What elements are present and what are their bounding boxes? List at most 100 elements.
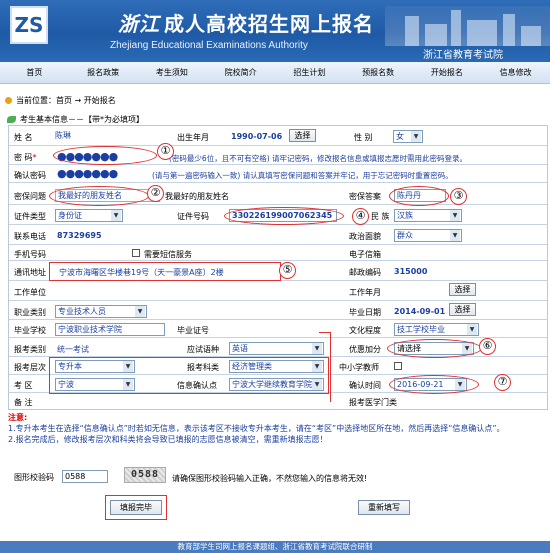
annotation-number-7: ⑦ <box>494 374 511 391</box>
annotation-box-level-area <box>49 357 329 394</box>
category-value: 统一考试 <box>57 345 89 354</box>
annotation-oval-time <box>389 375 479 394</box>
captcha-image[interactable]: 0588 <box>124 467 166 483</box>
work-label: 工作单位 <box>14 288 46 297</box>
edu-select[interactable]: 技工学校毕业 <box>394 323 479 336</box>
main-nav: 首页 报名政策 考生须知 院校简介 招生计划 预报名数 开始报名 信息修改 <box>0 62 550 84</box>
nav-register[interactable]: 开始报名 <box>413 62 482 83</box>
nav-schools[interactable]: 院校简介 <box>206 62 275 83</box>
political-select[interactable]: 群众 <box>394 229 462 242</box>
captcha-label: 图形校验码 <box>14 473 54 482</box>
header-title-script-text: 浙江 <box>118 12 160 36</box>
school-label: 毕业学校 <box>14 326 46 335</box>
notice-1: 1.专升本考生在选择“信息确认点”时若如无信息，表示该考区不接收专升本考生，请在… <box>8 424 505 433</box>
grad-select-button[interactable]: 选择 <box>449 303 476 316</box>
school-input[interactable]: 宁波职业技术学院 <box>55 323 165 336</box>
answer-label: 密保答案 <box>349 192 381 201</box>
breadcrumb-text: 当前位置：首页 → 开始报名 <box>16 96 116 105</box>
breadcrumb: 当前位置：首页 → 开始报名 <box>0 95 116 106</box>
nav-notice[interactable]: 考生须知 <box>138 62 207 83</box>
dob-label: 出生年月 <box>177 133 209 142</box>
page: ZS 浙江 浙江成人高校招生网上报名 Zhejiang Educational … <box>0 0 550 553</box>
exam-authority-logo: ZS <box>10 6 48 44</box>
annotation-number-5: ⑤ <box>279 262 296 279</box>
captcha-input[interactable]: 0588 <box>62 470 108 483</box>
nav-modify[interactable]: 信息修改 <box>481 62 550 83</box>
annotation-oval-password <box>53 146 157 165</box>
edu-label: 文化程度 <box>349 326 381 335</box>
confirm-note: (请与第一遍密码输入一致) 请认真填写密保问题和答案并牢记，用于忘记密码时重置密… <box>152 171 453 180</box>
zip-value: 315000 <box>394 267 428 276</box>
row-remark <box>9 393 547 410</box>
phone-label: 联系电话 <box>14 232 46 241</box>
registration-form: 姓 名 陈琳 出生年月 1990-07-06 选择 性 别 女 密 码* ●●●… <box>8 125 548 410</box>
remark-label: 备 注 <box>14 398 33 407</box>
annotation-oval-bonus <box>387 339 482 358</box>
annotation-oval-answer <box>389 186 449 206</box>
annotation-number-6: ⑥ <box>479 338 496 355</box>
time-label: 确认时间 <box>349 381 381 390</box>
sex-select[interactable]: 女 <box>393 130 423 143</box>
reset-button[interactable]: 重新填写 <box>358 500 410 515</box>
political-label: 政治面貌 <box>349 232 381 241</box>
password-note: (密码最少6位，且不可有空格) 请牢记密码，修改报名信息或填报志愿时需用此密码登… <box>169 154 468 163</box>
password-label: 密 码* <box>14 152 37 163</box>
header-title: 浙江 成人高校招生网上报名 <box>118 8 374 37</box>
footer: 教育部学生司网上报名课题组、浙江省教育考试院联合研制 <box>0 541 550 553</box>
category-label: 报考类别 <box>14 345 46 354</box>
confirm-input[interactable]: ●●●●●●● <box>57 168 118 180</box>
annotation-oval-question <box>49 186 149 206</box>
idtype-select[interactable]: 身份证 <box>55 209 123 222</box>
header-title-text: 成人高校招生网上报名 <box>164 12 374 36</box>
required-mark: * <box>32 153 37 162</box>
workdate-label: 工作年月 <box>349 288 381 297</box>
nav-policy[interactable]: 报名政策 <box>69 62 138 83</box>
sms-checkbox[interactable] <box>132 249 140 257</box>
notice-2: 2.报名完成后，修改报考层次和科类将会导致已填报的志愿信息被清空，需重新填报志愿… <box>8 435 328 444</box>
leaf-icon <box>7 116 16 123</box>
area-label: 考 区 <box>14 381 33 390</box>
row-mobile <box>9 245 547 261</box>
medical-label: 报考医学门类 <box>349 398 397 407</box>
password-label-text: 密 码 <box>14 153 33 162</box>
bonus-label: 优惠加分 <box>349 345 381 354</box>
sms-label: 需要短信服务 <box>144 250 192 259</box>
section-heading: 考生基本信息－－【带*为必填项】 <box>0 114 144 125</box>
job-select[interactable]: 专业技术人员 <box>55 305 147 318</box>
section-heading-text: 考生基本信息－－【带*为必填项】 <box>20 115 144 124</box>
sex-label: 性 别 <box>354 133 373 142</box>
email-label: 电子信箱 <box>349 250 381 259</box>
idno-label: 证件号码 <box>177 212 209 221</box>
level-label: 报考层次 <box>14 363 46 372</box>
annotation-number-2: ② <box>147 185 164 202</box>
idtype-label: 证件类型 <box>14 212 46 221</box>
lang-select[interactable]: 英语 <box>229 342 324 355</box>
nav-plan[interactable]: 招生计划 <box>275 62 344 83</box>
bullet-icon <box>5 97 12 104</box>
annotation-box-address <box>49 262 281 281</box>
grad-value: 2014-09-01 <box>394 307 446 316</box>
confirm-label: 确认密码 <box>14 171 46 180</box>
dob-value: 1990-07-06 <box>231 132 283 141</box>
workdate-select-button[interactable]: 选择 <box>449 283 476 296</box>
address-label: 通讯地址 <box>14 268 46 277</box>
grad-label: 毕业日期 <box>349 308 381 317</box>
teacher-checkbox[interactable] <box>394 362 402 370</box>
annotation-number-1: ① <box>157 143 174 160</box>
name-value: 陈琳 <box>55 131 71 140</box>
cert-label: 毕业证号 <box>177 326 209 335</box>
annotation-number-3: ③ <box>450 188 467 205</box>
nation-select[interactable]: 汉族 <box>394 209 462 222</box>
question-label: 密保问题 <box>14 192 46 201</box>
dob-select-button[interactable]: 选择 <box>289 129 316 142</box>
nav-home[interactable]: 首页 <box>0 62 69 83</box>
header-org: 浙江省教育考试院 <box>423 50 503 61</box>
zip-label: 邮政编码 <box>349 268 381 277</box>
annotation-box-submit <box>105 495 167 520</box>
annotation-number-4: ④ <box>352 208 369 225</box>
mobile-label: 手机号码 <box>14 250 46 259</box>
header-subtitle-en: Zhejiang Educational Examinations Author… <box>110 40 308 51</box>
nav-prereg[interactable]: 预报名数 <box>344 62 413 83</box>
notice-block: 注意: 1.专升本考生在选择“信息确认点”时若如无信息，表示该考区不接收专升本考… <box>8 412 543 445</box>
name-label: 姓 名 <box>14 133 33 142</box>
